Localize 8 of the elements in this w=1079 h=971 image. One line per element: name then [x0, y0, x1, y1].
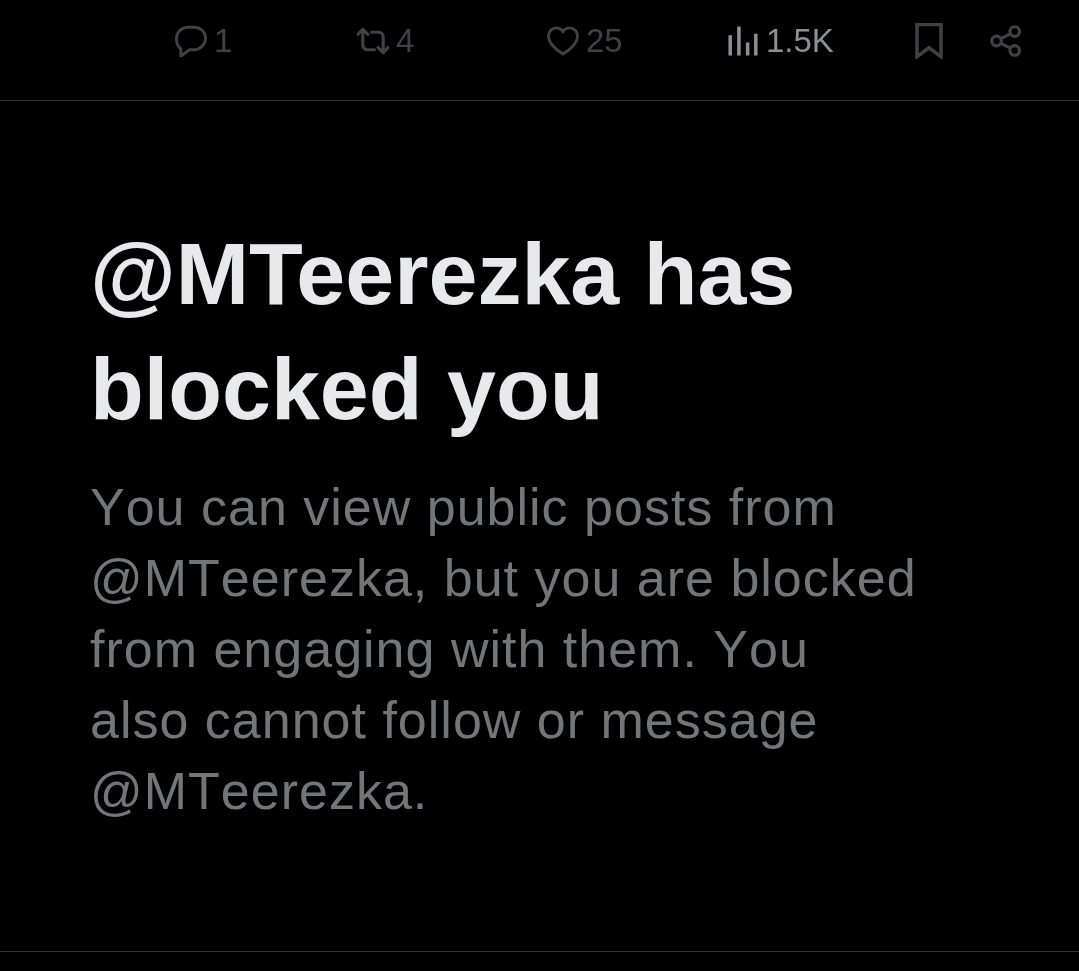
- speech-bubble-icon: [175, 24, 207, 57]
- heart-icon: [547, 24, 579, 57]
- views-button[interactable]: 1.5K: [727, 24, 834, 57]
- notice-title: @MTeerezka has blocked you: [90, 223, 797, 440]
- bar-chart-icon: [727, 24, 759, 57]
- bookmark-icon: [914, 22, 944, 59]
- notice-message: You can view public posts from @MTeerezka, but you are blocked from engaging with them. You also cannot follow or message @MTeerezka.: [90, 477, 918, 822]
- share-icon: [990, 24, 1022, 57]
